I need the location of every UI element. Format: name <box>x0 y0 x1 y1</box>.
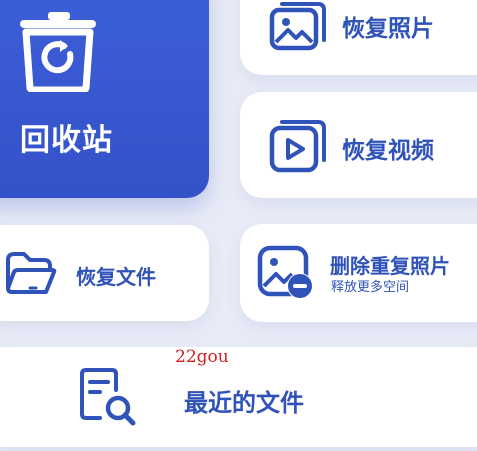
watermark-text: 22gou <box>175 347 229 367</box>
delete-duplicates-sublabel: 释放更多空间 <box>331 280 410 295</box>
delete-duplicates-label: 删除重复照片 <box>330 254 450 278</box>
recent-files-label: 最近的文件 <box>184 389 304 417</box>
restore-files-label: 恢复文件 <box>76 265 156 289</box>
restore-videos-label: 恢复视频 <box>342 138 434 164</box>
duplicate-photo-remove-icon <box>256 244 316 302</box>
document-search-icon <box>76 366 140 430</box>
folder-icon <box>4 250 58 296</box>
video-icon <box>268 118 328 174</box>
recycle-bin-label: 回收站 <box>20 123 113 158</box>
photo-icon <box>268 0 328 52</box>
trash-restore-icon <box>18 10 98 92</box>
restore-photos-label: 恢复照片 <box>342 16 434 42</box>
